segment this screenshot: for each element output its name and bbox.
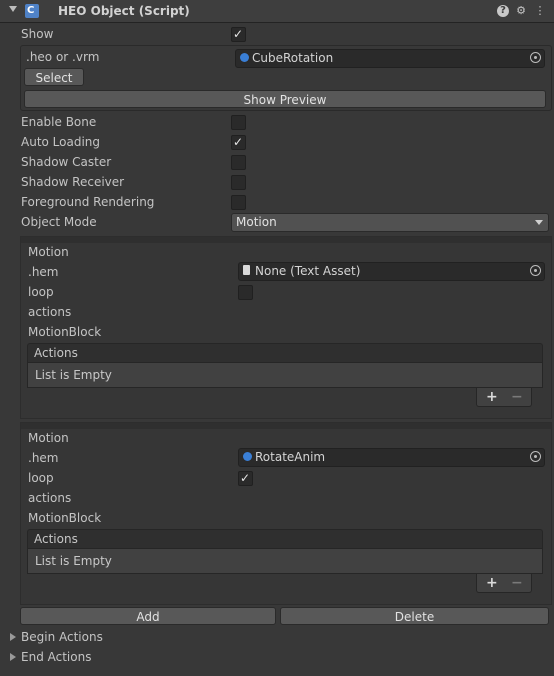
motion-block-label: MotionBlock: [28, 325, 102, 339]
collapse-arrow-icon[interactable]: [9, 6, 17, 12]
add-item-button[interactable]: +: [486, 388, 498, 406]
foreground-rendering-label: Foreground Rendering: [21, 195, 155, 209]
expand-arrow-icon[interactable]: [10, 653, 16, 661]
enable-bone-checkbox[interactable]: [231, 115, 246, 130]
loop-label: loop: [28, 471, 54, 485]
hem-object-value: None (Text Asset): [255, 264, 361, 278]
hem-object-field[interactable]: None (Text Asset): [238, 262, 545, 281]
object-mode-dropdown[interactable]: Motion: [231, 213, 549, 232]
motion-title: Motion: [28, 431, 69, 445]
auto-loading-checkbox[interactable]: ✓: [231, 135, 246, 150]
object-mode-value: Motion: [236, 215, 277, 229]
text-asset-icon: [243, 265, 250, 275]
enabled-mark: C: [27, 5, 35, 16]
auto-loading-label: Auto Loading: [21, 135, 101, 149]
hem-label: .hem: [28, 265, 59, 279]
panel-top-strip: [21, 423, 551, 429]
show-checkbox[interactable]: ✓: [231, 27, 246, 42]
list-empty-text: List is Empty: [35, 368, 112, 382]
foreground-rendering-checkbox[interactable]: [231, 195, 246, 210]
object-picker-icon[interactable]: [530, 52, 541, 63]
object-mode-label: Object Mode: [21, 215, 97, 229]
check-icon: ✓: [233, 27, 244, 41]
enable-bone-label: Enable Bone: [21, 115, 97, 129]
actions-list-body: List is Empty: [27, 548, 543, 574]
check-icon: ✓: [240, 471, 251, 485]
begin-actions-foldout[interactable]: Begin Actions: [21, 627, 103, 647]
actions-label: actions: [28, 305, 72, 319]
remove-item-button[interactable]: −: [511, 574, 523, 592]
show-preview-button[interactable]: Show Preview: [24, 90, 546, 108]
help-icon[interactable]: ?: [497, 5, 509, 17]
settings-icon[interactable]: ⚙: [513, 3, 529, 19]
shadow-caster-checkbox[interactable]: [231, 155, 246, 170]
list-empty-text: List is Empty: [35, 554, 112, 568]
actions-list-header: Actions: [27, 343, 543, 362]
object-picker-icon[interactable]: [530, 265, 541, 276]
check-icon: ✓: [233, 135, 244, 149]
expand-arrow-icon[interactable]: [10, 633, 16, 641]
actions-label: actions: [28, 491, 72, 505]
component-title: HEO Object (Script): [58, 4, 190, 18]
actions-list-footer: + −: [476, 388, 532, 407]
loop-checkbox[interactable]: ✓: [238, 471, 253, 486]
chevron-down-icon: [535, 220, 543, 225]
panel-top-strip: [21, 237, 551, 243]
actions-list-header: Actions: [27, 529, 543, 548]
prefab-icon: [243, 452, 252, 461]
loop-checkbox[interactable]: [238, 285, 253, 300]
show-label: Show: [21, 27, 54, 41]
actions-list-body: List is Empty: [27, 362, 543, 388]
loop-label: loop: [28, 285, 54, 299]
add-button[interactable]: Add: [20, 607, 276, 625]
add-item-button[interactable]: +: [486, 574, 498, 592]
object-picker-icon[interactable]: [530, 451, 541, 462]
shadow-caster-label: Shadow Caster: [21, 155, 112, 169]
remove-item-button[interactable]: −: [511, 388, 523, 406]
component-enabled-checkbox[interactable]: C: [25, 4, 39, 18]
component-header: C HEO Object (Script) ? ⚙ ⋮: [0, 0, 554, 23]
context-menu-icon[interactable]: ⋮: [532, 3, 548, 19]
actions-list-title: Actions: [34, 346, 78, 360]
heo-label: .heo or .vrm: [26, 50, 100, 64]
shadow-receiver-checkbox[interactable]: [231, 175, 246, 190]
actions-list-footer: + −: [476, 574, 532, 593]
prefab-icon: [240, 53, 249, 62]
hem-label: .hem: [28, 451, 59, 465]
delete-button[interactable]: Delete: [280, 607, 549, 625]
heo-object-field[interactable]: CubeRotation: [235, 49, 545, 68]
end-actions-foldout[interactable]: End Actions: [21, 647, 91, 667]
select-button[interactable]: Select: [24, 68, 84, 86]
hem-object-value: RotateAnim: [255, 450, 326, 464]
heo-object-value: CubeRotation: [252, 51, 334, 65]
motion-block-label: MotionBlock: [28, 511, 102, 525]
actions-list-title: Actions: [34, 532, 78, 546]
hem-object-field[interactable]: RotateAnim: [238, 448, 545, 467]
motion-title: Motion: [28, 245, 69, 259]
shadow-receiver-label: Shadow Receiver: [21, 175, 125, 189]
